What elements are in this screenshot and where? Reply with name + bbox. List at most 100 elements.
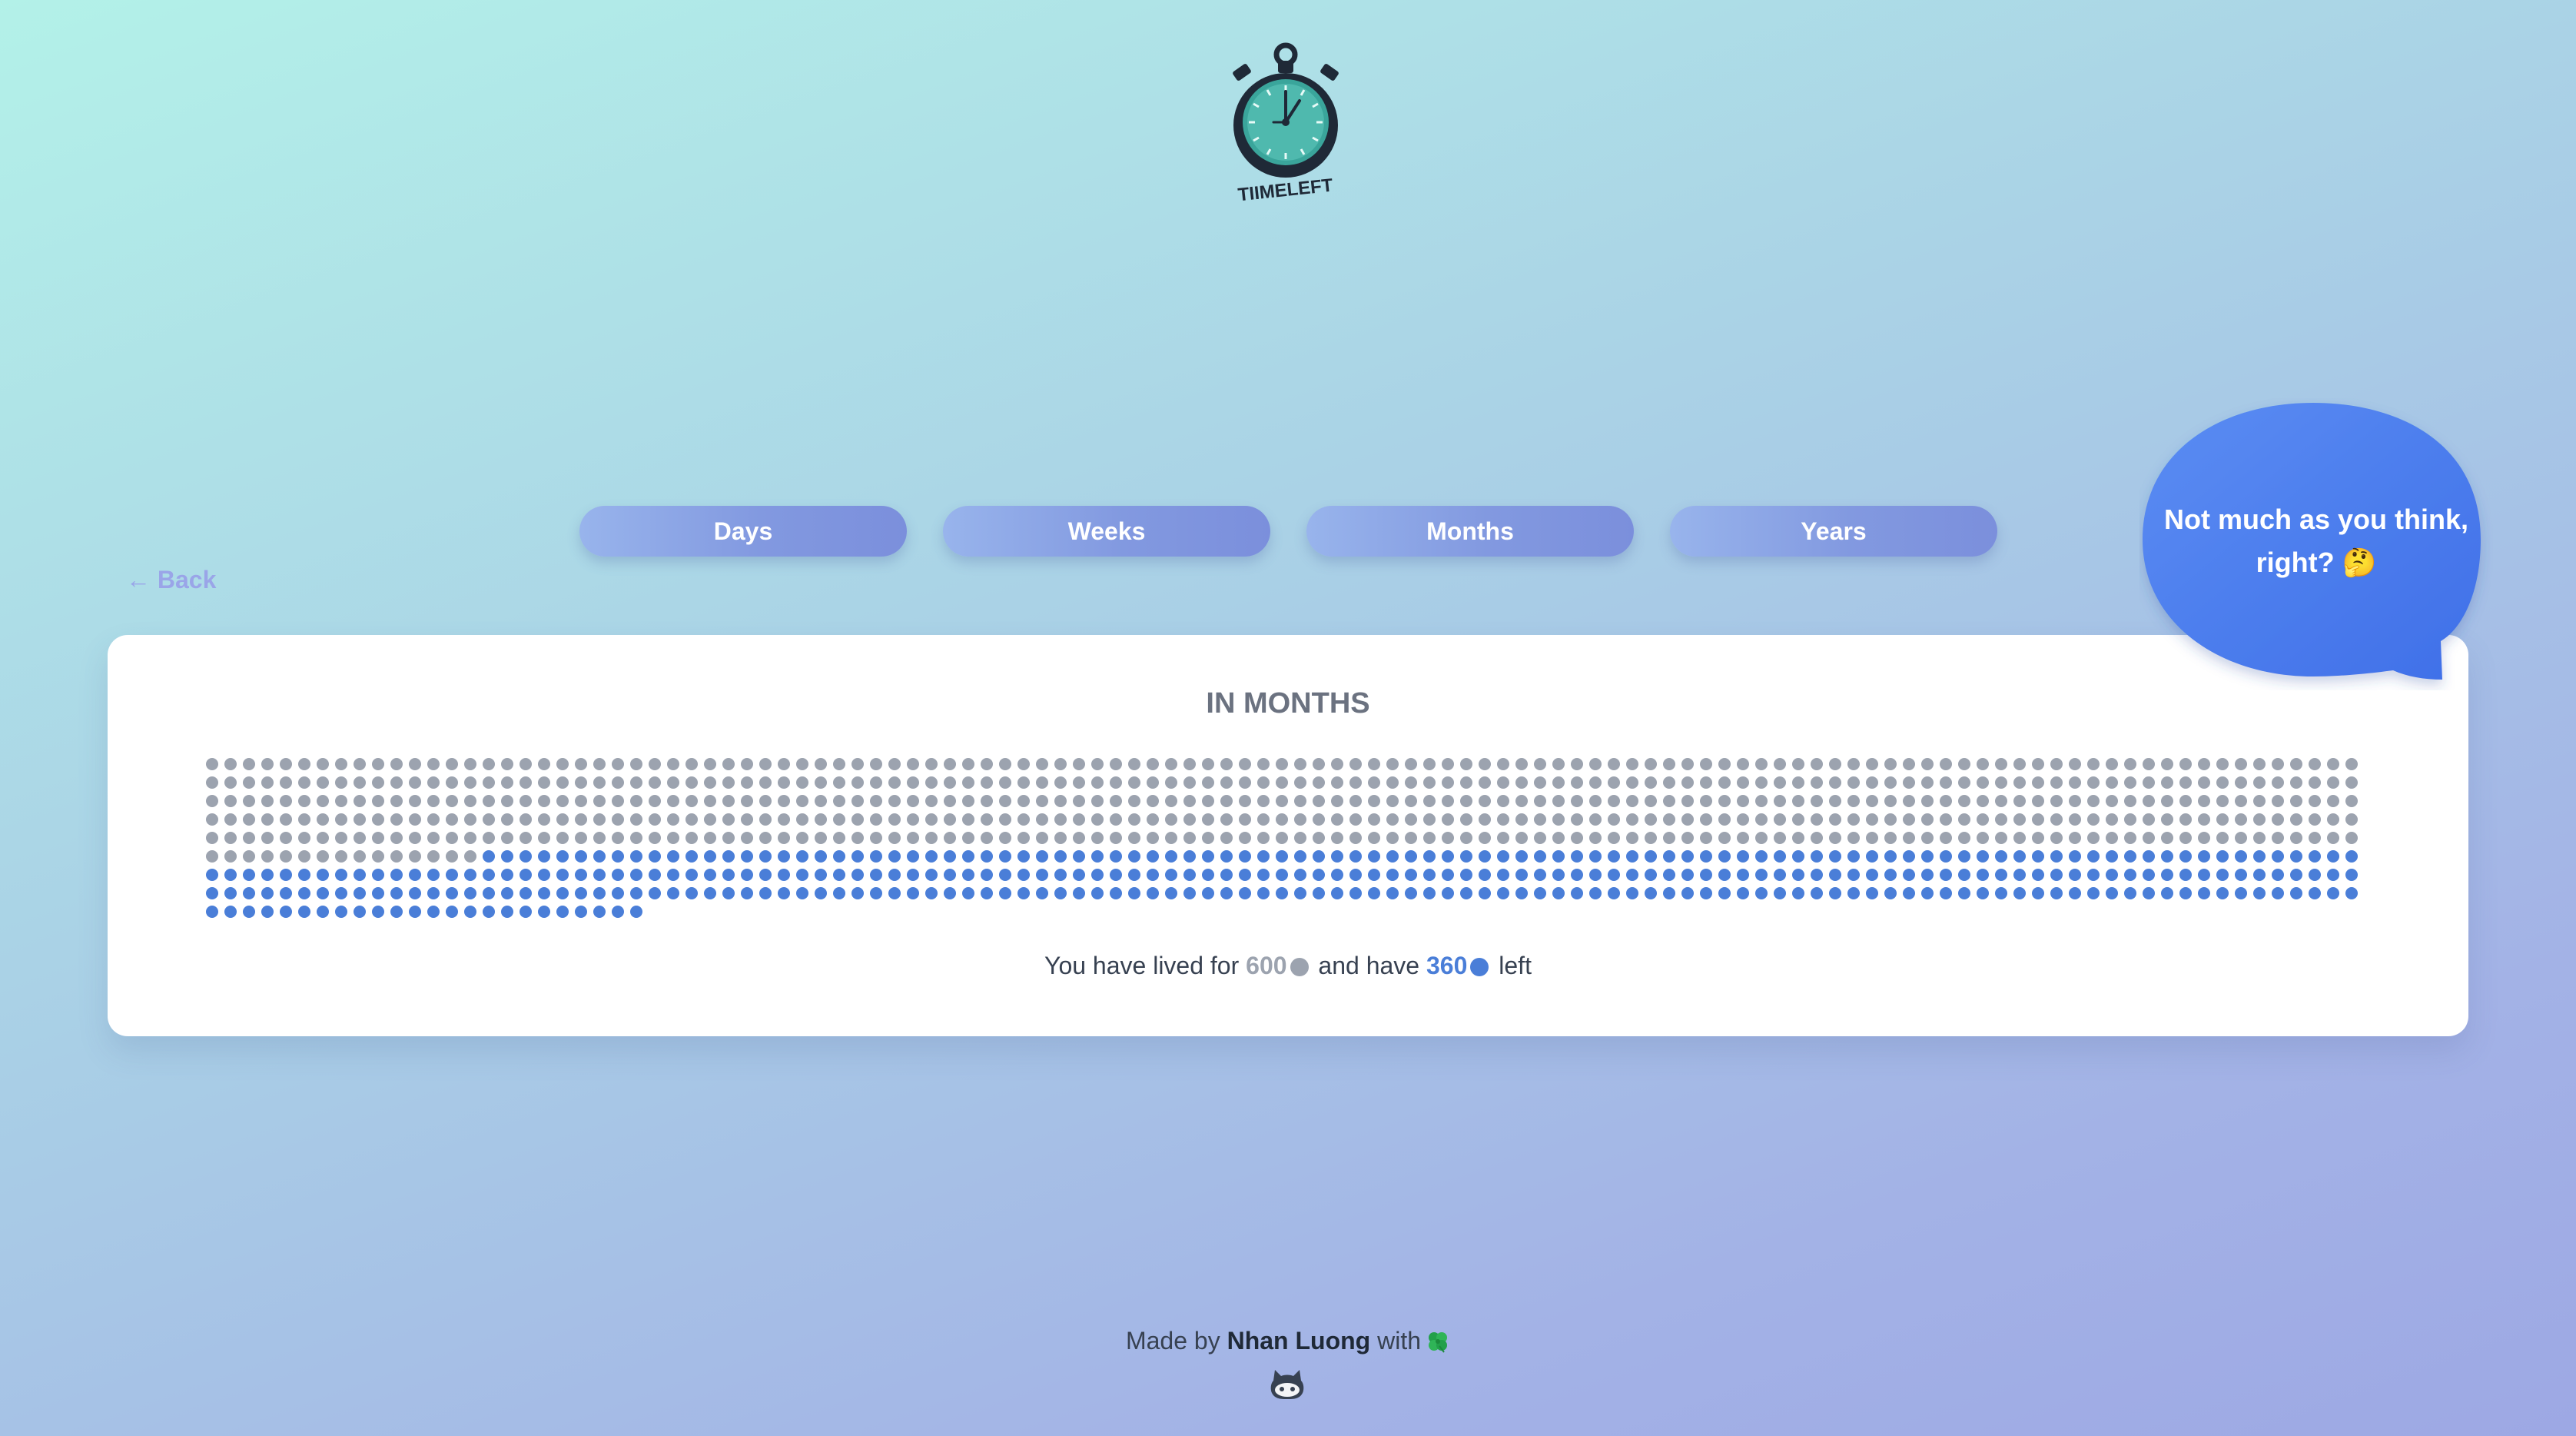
lived-month-dot: [1386, 832, 1399, 844]
remaining-month-dot: [1811, 850, 1823, 863]
lived-month-dot: [427, 795, 440, 807]
lived-month-dot: [1718, 795, 1731, 807]
remaining-month-dot: [427, 906, 440, 918]
remaining-month-dot: [2161, 869, 2173, 881]
remaining-month-dot: [483, 906, 495, 918]
lived-month-dot: [520, 795, 532, 807]
remaining-month-dot: [981, 869, 993, 881]
remaining-month-dot: [483, 887, 495, 899]
remaining-month-dot: [317, 887, 329, 899]
remaining-month-dot: [888, 869, 901, 881]
remaining-month-dot: [1608, 850, 1620, 863]
remaining-month-dot: [501, 887, 513, 899]
remaining-month-dot: [1017, 850, 1030, 863]
tab-years[interactable]: Years: [1670, 506, 1997, 557]
remaining-month-dot: [722, 869, 735, 881]
lived-month-dot: [446, 850, 458, 863]
tab-weeks[interactable]: Weeks: [943, 506, 1270, 557]
remaining-month-dot: [759, 850, 772, 863]
lived-month-dot: [741, 795, 753, 807]
remaining-month-dot: [556, 906, 569, 918]
footer-suffix: with: [1377, 1327, 1422, 1355]
remaining-month-dot: [2272, 887, 2284, 899]
lived-month-dot: [1017, 758, 1030, 770]
remaining-month-dot: [925, 850, 938, 863]
lived-month-dot: [1110, 813, 1122, 826]
remaining-month-dot: [1091, 869, 1104, 881]
lived-month-dot: [575, 795, 587, 807]
lived-month-dot: [851, 758, 864, 770]
lived-month-dot: [1405, 776, 1417, 789]
lived-month-dot: [1165, 813, 1177, 826]
lived-month-dot: [1884, 813, 1897, 826]
remaining-month-dot: [464, 887, 476, 899]
lived-month-dot: [1645, 758, 1657, 770]
remaining-month-dot: [390, 869, 403, 881]
lived-month-dot: [999, 758, 1011, 770]
lived-month-dot: [759, 813, 772, 826]
remaining-month-dot: [1368, 850, 1380, 863]
lived-month-dot: [1921, 758, 1934, 770]
lived-month-dot: [1183, 795, 1196, 807]
lived-month-dot: [1017, 776, 1030, 789]
lived-month-dot: [1165, 795, 1177, 807]
github-icon[interactable]: [1269, 1367, 1306, 1401]
remaining-month-dot: [649, 869, 661, 881]
lived-month-dot: [1884, 758, 1897, 770]
lived-month-dot: [1349, 813, 1362, 826]
lived-month-dot: [1479, 776, 1491, 789]
lived-month-dot: [335, 813, 347, 826]
remaining-month-dot: [1239, 887, 1251, 899]
lived-month-dot: [1755, 758, 1768, 770]
remaining-month-dot: [2143, 850, 2155, 863]
lived-month-dot: [1571, 813, 1583, 826]
lived-month-dot: [261, 776, 274, 789]
lived-month-dot: [2345, 832, 2358, 844]
lived-month-dot: [427, 813, 440, 826]
remaining-month-dot: [1460, 869, 1472, 881]
lived-month-dot: [1073, 776, 1085, 789]
remaining-month-dot: [261, 906, 274, 918]
lived-month-dot: [390, 758, 403, 770]
lived-month-dot: [1792, 832, 1804, 844]
lived-month-dot: [1571, 758, 1583, 770]
remaining-month-dot: [1313, 887, 1325, 899]
back-link[interactable]: ← Back: [126, 566, 216, 594]
remaining-month-dot: [1331, 850, 1343, 863]
lived-month-dot: [317, 795, 329, 807]
lived-month-dot: [1220, 758, 1233, 770]
lived-month-dot: [2161, 758, 2173, 770]
remaining-month-dot: [1423, 850, 1436, 863]
lived-month-dot: [1331, 758, 1343, 770]
lived-month-dot: [1460, 832, 1472, 844]
lived-month-dot: [2216, 758, 2229, 770]
remaining-month-dot: [944, 887, 956, 899]
remaining-month-dot: [1331, 869, 1343, 881]
lived-month-dot: [1460, 795, 1472, 807]
remaining-month-dot: [612, 887, 624, 899]
remaining-month-dot: [2253, 869, 2266, 881]
lived-month-dot: [1608, 832, 1620, 844]
lived-month-dot: [1442, 776, 1454, 789]
lived-month-dot: [2198, 776, 2210, 789]
remaining-month-dot: [1681, 850, 1694, 863]
remaining-month-dot: [1017, 887, 1030, 899]
remaining-month-dot: [206, 906, 218, 918]
lived-month-dot: [2124, 776, 2136, 789]
lived-month-dot: [1829, 832, 1841, 844]
remaining-month-dot: [1128, 850, 1140, 863]
lived-month-dot: [1091, 813, 1104, 826]
remaining-month-dot: [1257, 869, 1270, 881]
remaining-month-dot: [907, 887, 919, 899]
lived-month-dot: [243, 832, 255, 844]
lived-month-dot: [1368, 758, 1380, 770]
lived-month-dot: [2124, 795, 2136, 807]
tab-days[interactable]: Days: [579, 506, 907, 557]
lived-month-dot: [2198, 795, 2210, 807]
remaining-month-dot: [446, 887, 458, 899]
lived-month-dot: [575, 832, 587, 844]
tab-months[interactable]: Months: [1306, 506, 1634, 557]
lived-month-dot: [1921, 776, 1934, 789]
remaining-month-dot: [1497, 869, 1509, 881]
lived-month-dot: [1331, 832, 1343, 844]
